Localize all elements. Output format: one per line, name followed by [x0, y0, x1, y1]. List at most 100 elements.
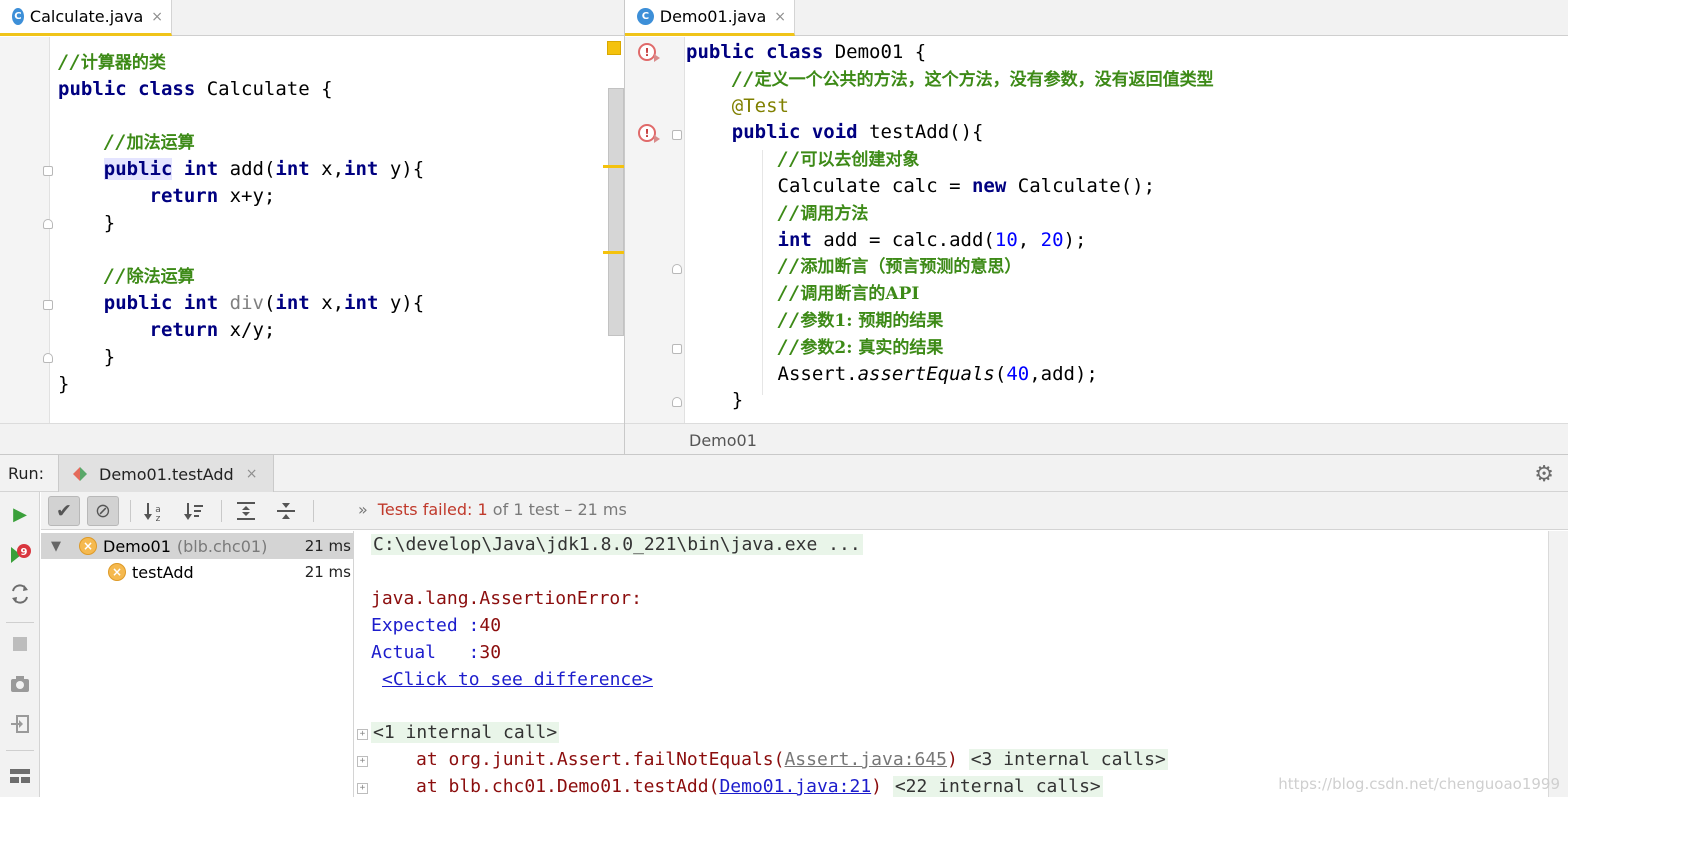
test-status: » Tests failed: 1 of 1 test – 21 ms: [358, 500, 627, 519]
svg-text:9: 9: [21, 547, 28, 558]
comment-prefix: //: [58, 51, 81, 73]
run-tool-window-header: Run: Demo01.testAdd × ⚙: [0, 454, 1568, 493]
code-line[interactable]: //除法运算: [58, 263, 424, 290]
code-line[interactable]: //可以去创建对象: [686, 146, 1214, 173]
code-line[interactable]: //添加断言（预言预测的意思）: [686, 253, 1214, 280]
code-line[interactable]: [58, 103, 424, 130]
trace-source-link[interactable]: Assert.java:645: [784, 749, 947, 770]
code-line[interactable]: }: [686, 387, 1214, 414]
tab-demo01-java[interactable]: C Demo01.java ×: [625, 0, 795, 36]
code-line[interactable]: //加法运算: [58, 129, 424, 156]
comment-prefix: //: [103, 265, 127, 288]
console-output[interactable]: C:\develop\Java\jdk1.8.0_221\bin\java.ex…: [355, 531, 1548, 797]
sort-duration-icon[interactable]: [178, 496, 210, 526]
expand-icon[interactable]: +: [357, 756, 368, 767]
test-results-tree[interactable]: ▼ × Demo01 (blb.chc01) 21 ms × testAdd 2…: [41, 531, 354, 797]
close-tab-icon[interactable]: ×: [151, 9, 163, 25]
param: x,: [309, 158, 345, 181]
keyword: public: [731, 121, 801, 144]
left-code-area[interactable]: //计算器的类 public class Calculate { //加法运算 p…: [58, 49, 424, 397]
fold-marker-icon[interactable]: [672, 130, 682, 140]
close-run-tab-icon[interactable]: ×: [246, 466, 258, 482]
code-line[interactable]: //参数1: 预期的结果: [686, 307, 1214, 334]
keyword: class: [766, 41, 824, 63]
stop-icon[interactable]: [8, 632, 32, 656]
run-test-failed-icon[interactable]: !: [638, 43, 660, 62]
code-line[interactable]: }: [58, 210, 424, 237]
code-line[interactable]: }: [58, 371, 424, 398]
code-line[interactable]: Assert.assertEquals(40,add);: [686, 361, 1214, 388]
code-line[interactable]: public int add(int x,int y){: [58, 156, 424, 183]
code-line[interactable]: //计算器的类: [58, 49, 424, 76]
sort-alpha-icon[interactable]: az: [138, 496, 170, 526]
gear-icon[interactable]: ⚙: [1534, 462, 1554, 487]
left-editor-scrollbar[interactable]: [608, 88, 624, 336]
fold-marker-icon[interactable]: [672, 344, 682, 354]
expand-icon[interactable]: +: [357, 729, 368, 740]
number-literal: 40: [1006, 362, 1030, 385]
code-line[interactable]: int add = calc.add(10, 20);: [686, 227, 1214, 254]
collapse-all-icon[interactable]: [270, 496, 302, 526]
warning-stripe-mark[interactable]: [603, 165, 624, 168]
chevron-down-icon[interactable]: ▼: [51, 539, 67, 554]
code-line[interactable]: public class Demo01 {: [686, 39, 1214, 66]
comment-prefix: //: [103, 131, 127, 154]
code-line[interactable]: Calculate calc = new Calculate();: [686, 173, 1214, 200]
internal-calls-fold[interactable]: <3 internal calls>: [968, 749, 1168, 770]
run-test-failed-icon[interactable]: !: [638, 124, 660, 143]
expand-all-icon[interactable]: [230, 496, 262, 526]
expand-icon[interactable]: +: [357, 783, 368, 794]
left-gutter: [0, 37, 50, 454]
play-icon[interactable]: ▶: [8, 502, 32, 526]
code-line[interactable]: public class Calculate {: [58, 76, 424, 103]
see-difference-link[interactable]: <Click to see difference>: [382, 669, 653, 690]
warning-stripe-mark[interactable]: [603, 251, 624, 254]
code-line[interactable]: //调用方法: [686, 200, 1214, 227]
code-comment: //参数2: 真实的结果: [778, 336, 944, 358]
comment-text: 可以去创建对象: [800, 150, 920, 171]
code-line[interactable]: return x+y;: [58, 183, 424, 210]
fold-end-marker-icon[interactable]: [672, 264, 682, 274]
internal-call-fold[interactable]: <1 internal call>: [371, 722, 560, 743]
watermark: https://blog.csdn.net/chenguoao1999: [1278, 775, 1560, 793]
internal-calls-fold[interactable]: <22 internal calls>: [892, 776, 1103, 797]
trace-source-link[interactable]: Demo01.java:21: [719, 776, 871, 797]
layout-icon[interactable]: [8, 764, 32, 788]
fold-end-marker-icon[interactable]: [43, 219, 53, 229]
rerun-failed-icon[interactable]: 9: [8, 542, 32, 566]
left-editor-pane[interactable]: C Calculate.java × //计算器的类 public class C…: [0, 0, 624, 454]
ignored-icon[interactable]: ⊘: [87, 496, 119, 526]
close-tab-icon[interactable]: ×: [774, 9, 786, 25]
unused-method-name: div: [229, 292, 264, 315]
auto-test-icon[interactable]: [8, 582, 32, 606]
code-comment: //添加断言（预言预测的意思）: [778, 255, 1022, 277]
breadcrumb[interactable]: Demo01: [625, 423, 1568, 454]
console-scrollbar[interactable]: [1548, 531, 1568, 797]
exit-icon[interactable]: [8, 712, 32, 736]
code-line[interactable]: [58, 237, 424, 264]
code-line[interactable]: //定义一个公共的方法，这个方法，没有参数，没有返回值类型: [686, 66, 1214, 93]
check-icon[interactable]: ✔: [48, 496, 80, 526]
fold-marker-icon[interactable]: [43, 300, 53, 310]
code-line[interactable]: public int div(int x,int y){: [58, 290, 424, 317]
tree-row-test[interactable]: × testAdd 21 ms: [41, 559, 354, 585]
code-line[interactable]: //调用断言的API: [686, 280, 1214, 307]
tree-row-suite[interactable]: ▼ × Demo01 (blb.chc01) 21 ms: [41, 533, 354, 559]
breadcrumb-item[interactable]: Demo01: [689, 431, 757, 450]
right-code-area[interactable]: public class Demo01 { //定义一个公共的方法，这个方法，没…: [686, 39, 1214, 414]
code-line[interactable]: return x/y;: [58, 317, 424, 344]
right-editor-pane[interactable]: C Demo01.java × public class Demo01 { //…: [625, 0, 1568, 454]
fold-end-marker-icon[interactable]: [43, 353, 53, 363]
code-line[interactable]: public void testAdd(){: [686, 119, 1214, 146]
fold-marker-icon[interactable]: [43, 166, 53, 176]
tab-calculate-java[interactable]: C Calculate.java ×: [0, 0, 172, 36]
inspection-status-icon[interactable]: [607, 41, 621, 55]
code-line[interactable]: //参数2: 真实的结果: [686, 334, 1214, 361]
camera-icon[interactable]: [8, 672, 32, 696]
code-line[interactable]: @Test: [686, 93, 1214, 120]
run-configuration-tab[interactable]: Demo01.testAdd ×: [58, 455, 274, 493]
code-line[interactable]: }: [58, 344, 424, 371]
fold-end-marker-icon[interactable]: [672, 397, 682, 407]
more-chevron-icon[interactable]: »: [358, 500, 368, 519]
